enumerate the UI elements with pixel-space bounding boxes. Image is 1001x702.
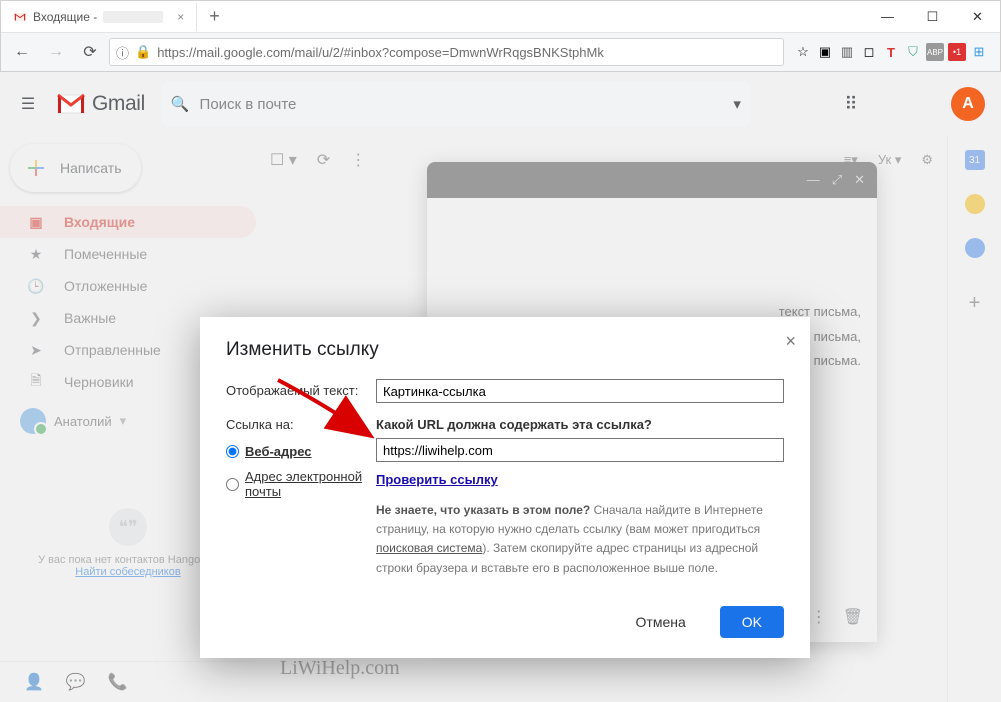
search-icon: 🔍: [171, 95, 190, 113]
apps-grid-icon[interactable]: ⠿: [844, 94, 857, 115]
ext-book-icon[interactable]: ▥: [838, 43, 856, 61]
ext-t-icon[interactable]: T: [882, 43, 900, 61]
ok-button[interactable]: OK: [720, 606, 784, 638]
browser-toolbar: ← → ⟳ ⓘ 🔒 https://mail.google.com/mail/u…: [1, 33, 1000, 71]
dialog-title: Изменить ссылку: [226, 339, 784, 361]
search-bar[interactable]: 🔍 Поиск в почте ▾: [161, 81, 751, 127]
search-placeholder: Поиск в почте: [200, 96, 297, 113]
address-bar[interactable]: ⓘ 🔒 https://mail.google.com/mail/u/2/#in…: [109, 38, 784, 66]
display-text-input[interactable]: [376, 379, 784, 403]
link-to-label: Ссылка на:: [226, 417, 366, 432]
radio-email-address[interactable]: Адрес электронной почты: [226, 469, 366, 499]
nav-back[interactable]: ←: [7, 37, 37, 67]
main-menu-icon[interactable]: ☰: [16, 94, 40, 114]
test-link[interactable]: Проверить ссылку: [376, 472, 498, 487]
gmail-logo-text: Gmail: [92, 92, 145, 116]
ext-badge-icon[interactable]: •1: [948, 43, 966, 61]
info-icon: ⓘ: [116, 43, 129, 62]
ext-shield-icon[interactable]: ⛉: [904, 43, 922, 61]
hint-search-link[interactable]: поисковая система: [376, 541, 482, 555]
ext-abp-icon[interactable]: ABP: [926, 43, 944, 61]
ext-square-icon[interactable]: ◻: [860, 43, 878, 61]
dialog-hint: Не знаете, что указать в этом поле? Снач…: [376, 501, 784, 578]
radio-web-input[interactable]: [226, 445, 239, 458]
gmail-header: ☰ Gmail 🔍 Поиск в почте ▾ ⠿ A: [0, 72, 1001, 136]
url-input[interactable]: [376, 438, 784, 462]
url-question-label: Какой URL должна содержать эта ссылка?: [376, 417, 784, 432]
display-text-label: Отображаемый текст:: [226, 379, 366, 398]
ext-puzzle-icon[interactable]: ⊞: [970, 43, 988, 61]
tab-blur: [103, 11, 163, 23]
nav-refresh[interactable]: ⟳: [75, 37, 105, 67]
radio-web-address[interactable]: Веб-адрес: [226, 444, 366, 459]
gmail-logo-icon: [56, 93, 86, 115]
tab-title: Входящие -: [33, 10, 97, 24]
ext-star-icon[interactable]: ☆: [794, 43, 812, 61]
edit-link-dialog: × Изменить ссылку Отображаемый текст: Сс…: [200, 317, 810, 658]
account-avatar[interactable]: A: [951, 87, 985, 121]
radio-email-input[interactable]: [226, 478, 239, 491]
gmail-logo[interactable]: Gmail: [56, 92, 145, 116]
browser-tab[interactable]: Входящие - ×: [1, 3, 197, 31]
search-dropdown-icon[interactable]: ▾: [733, 95, 741, 113]
dialog-close-icon[interactable]: ×: [785, 331, 796, 352]
window-maximize[interactable]: ☐: [910, 2, 955, 32]
lock-icon: 🔒: [135, 44, 151, 60]
nav-forward[interactable]: →: [41, 37, 71, 67]
window-minimize[interactable]: —: [865, 2, 910, 32]
extension-bar: ☆ ▣ ▥ ◻ T ⛉ ABP •1 ⊞: [788, 43, 994, 61]
watermark: LiWiHelp.com: [280, 657, 400, 680]
tab-close-icon[interactable]: ×: [177, 10, 184, 24]
new-tab-button[interactable]: +: [197, 6, 232, 27]
gmail-favicon: [13, 10, 27, 24]
window-close[interactable]: ✕: [955, 2, 1000, 32]
browser-titlebar: Входящие - × + — ☐ ✕: [1, 1, 1000, 33]
ext-box-icon[interactable]: ▣: [816, 43, 834, 61]
cancel-button[interactable]: Отмена: [614, 606, 708, 638]
url-text: https://mail.google.com/mail/u/2/#inbox?…: [157, 45, 604, 60]
